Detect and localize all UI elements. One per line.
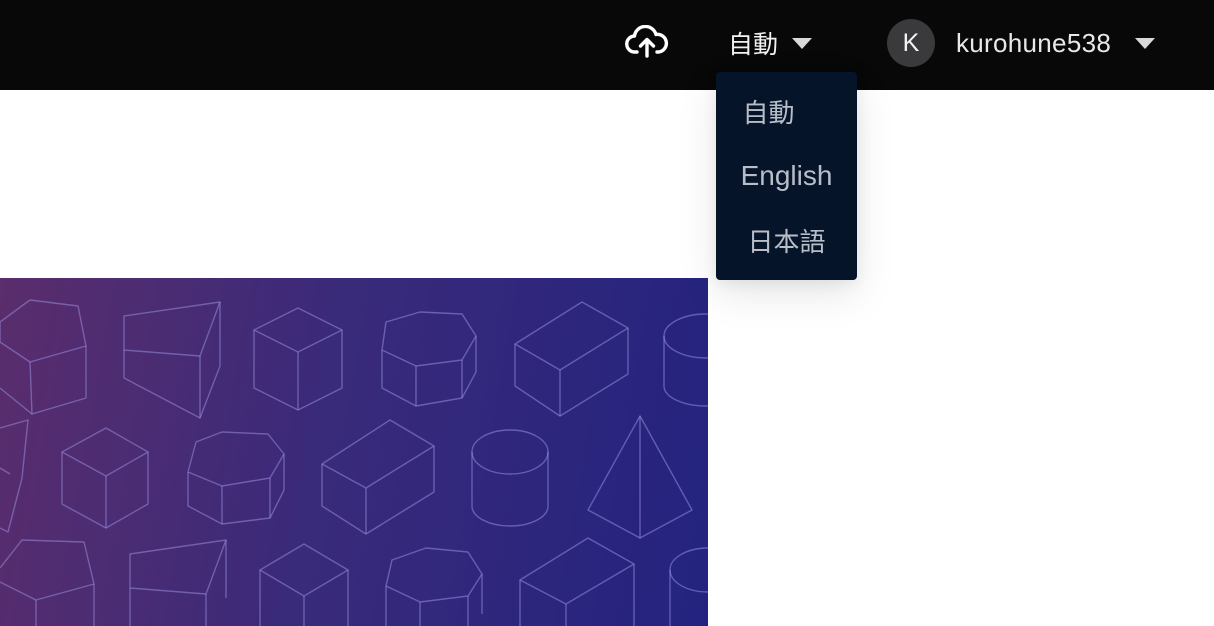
wireframe-shapes-pattern [0,299,708,626]
top-navigation-bar: 自動 K kurohune538 [0,0,1214,90]
triangle-down-icon [1135,37,1156,49]
upload-button[interactable] [623,20,671,64]
language-option-auto[interactable]: 自動 [716,81,857,141]
hero-banner-image [0,278,708,626]
user-menu-button[interactable]: K kurohune538 [887,18,1156,68]
avatar-initial: K [902,28,920,57]
language-dropdown-menu: 自動 English 日本語 [716,72,857,280]
triangle-down-icon [792,37,813,49]
avatar: K [887,19,935,67]
language-option-english[interactable]: English [716,146,857,206]
page: 自動 K kurohune538 自動 English 日本語 [0,0,1214,626]
username-label: kurohune538 [956,27,1112,58]
language-selector-label: 自動 [728,30,779,59]
language-selector-button[interactable]: 自動 [728,18,813,68]
language-option-japanese[interactable]: 日本語 [716,210,857,270]
cloud-upload-icon [625,25,669,58]
